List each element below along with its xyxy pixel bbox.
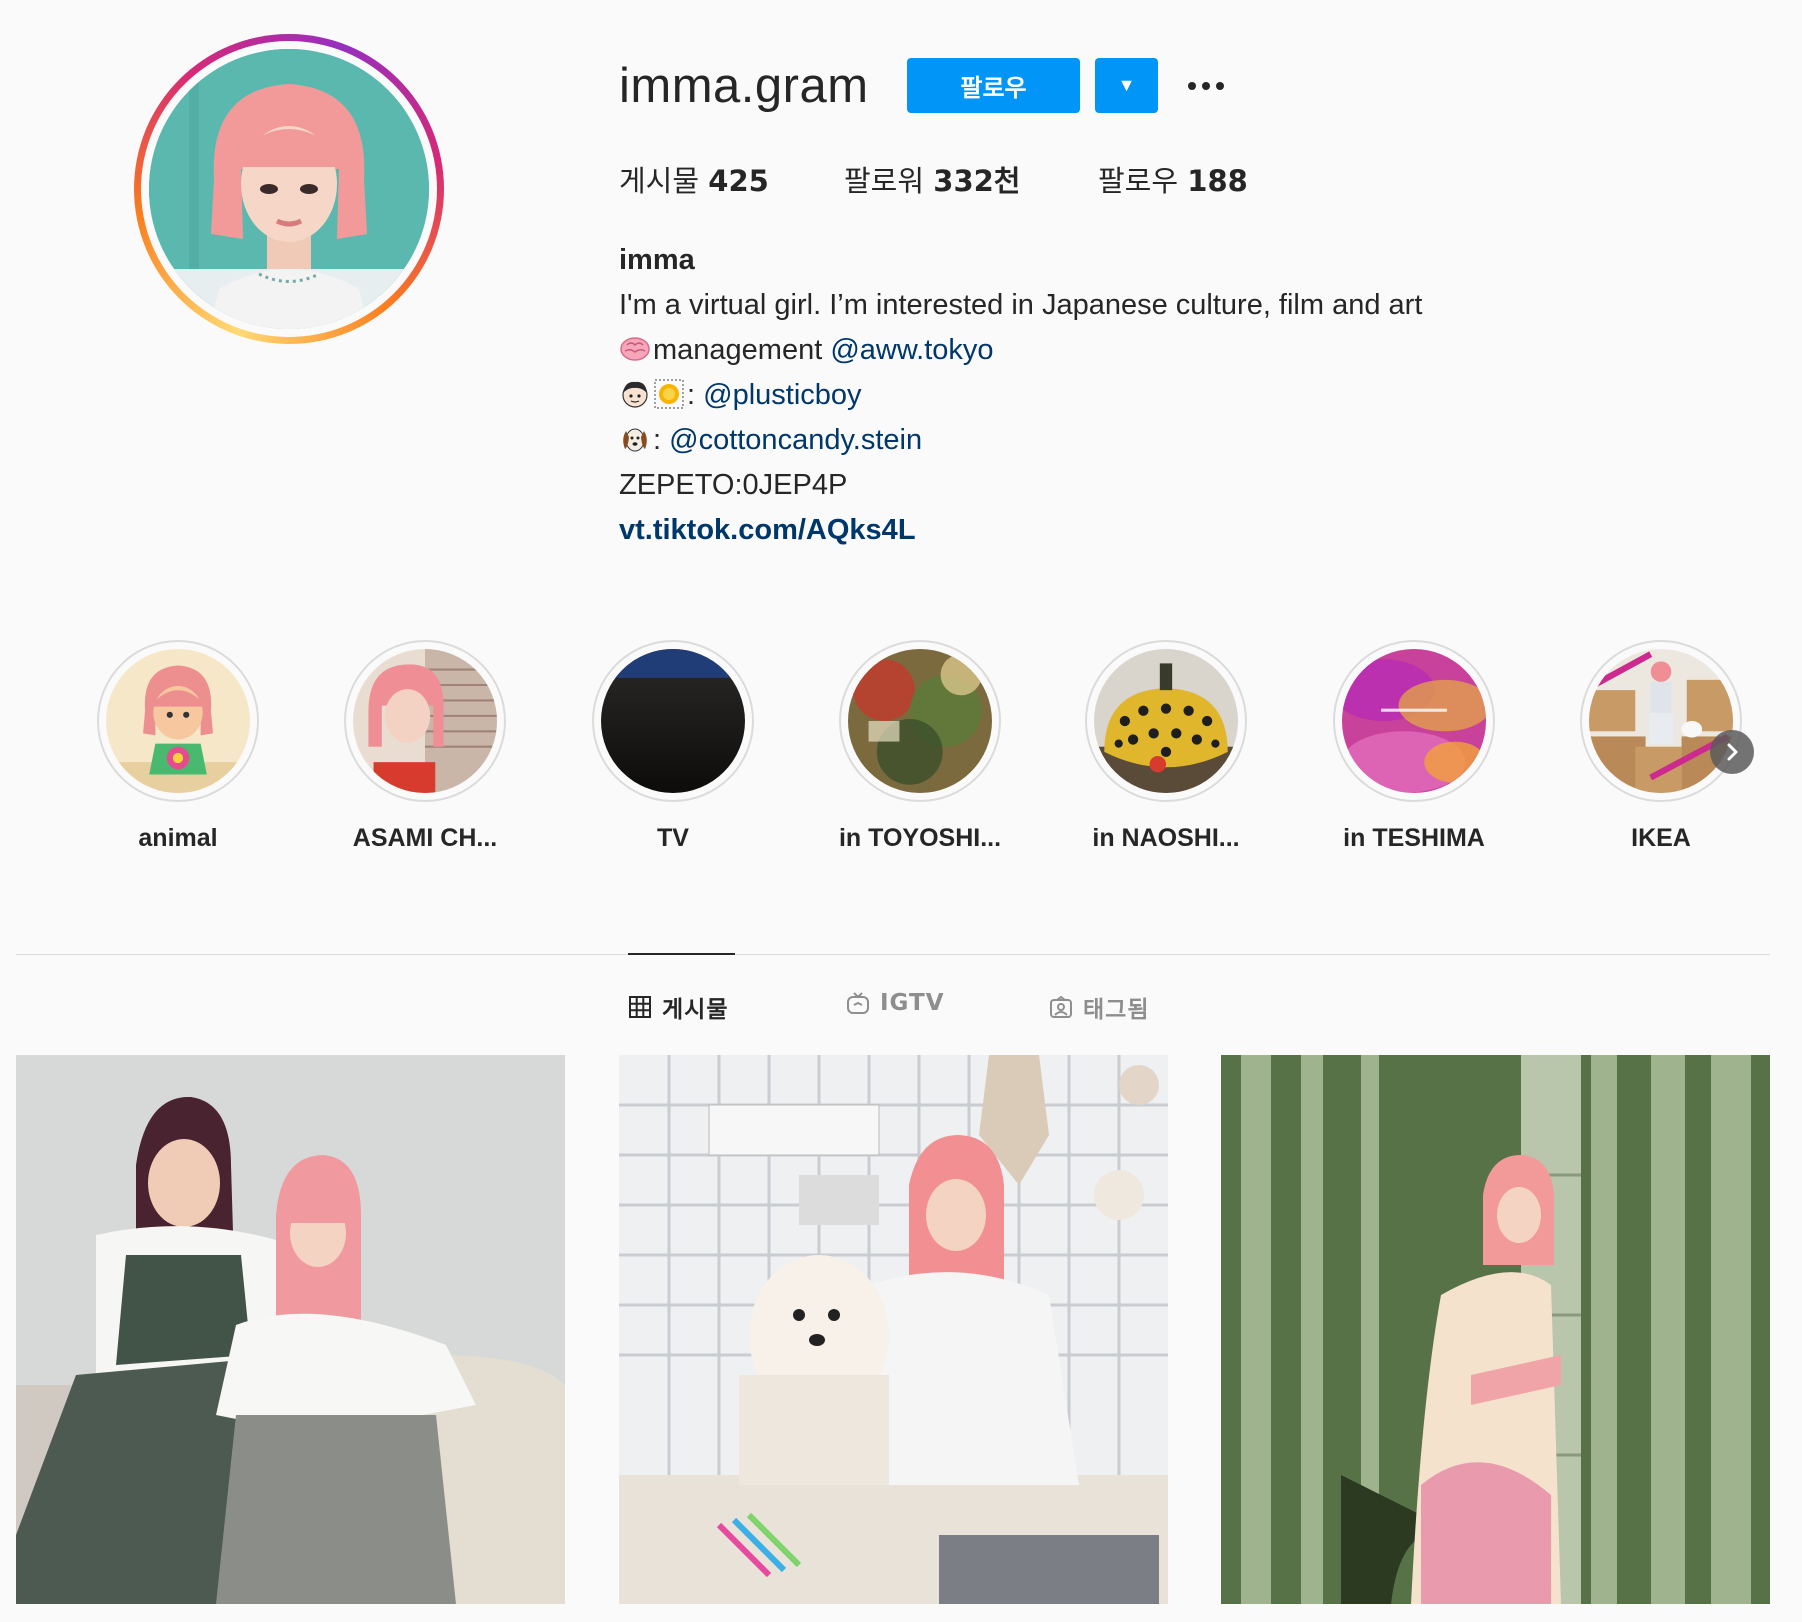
highlight-cover xyxy=(1094,649,1238,793)
bio-line-description: I'm a virtual girl. I’m interested in Ja… xyxy=(619,289,1423,321)
post-image xyxy=(16,1055,565,1604)
post-image xyxy=(1221,1055,1770,1604)
followers-count[interactable]: 팔로워 332천 xyxy=(844,158,1020,200)
highlight-ring xyxy=(1085,640,1247,802)
highlight-label: in TESHIMA xyxy=(1343,824,1485,852)
profile-bio: imma I'm a virtual girl. I’m interested … xyxy=(619,238,1619,553)
highlight-cover xyxy=(353,649,497,793)
igtv-icon xyxy=(847,992,869,1014)
more-options-icon[interactable] xyxy=(1180,70,1232,102)
profile-avatar[interactable] xyxy=(134,34,444,344)
brain-emoji-icon xyxy=(620,337,650,361)
post-image xyxy=(619,1055,1168,1604)
highlight-ring xyxy=(839,640,1001,802)
profile-full-name: imma xyxy=(619,244,695,276)
dot xyxy=(1188,82,1196,90)
bio-line-zepeto: ZEPETO:0JEP4P xyxy=(619,469,848,501)
bio-line-management: management @aww.tokyo xyxy=(619,328,1619,373)
triangle-down-icon: ▼ xyxy=(1117,75,1136,95)
avatar-image xyxy=(149,49,429,329)
suggested-dropdown-button[interactable]: ▼ xyxy=(1095,58,1158,113)
followers-value: 332천 xyxy=(933,164,1021,198)
mention-link-aww-tokyo[interactable]: @aww.tokyo xyxy=(830,334,993,366)
post-thumbnail[interactable] xyxy=(619,1055,1168,1604)
dot xyxy=(1202,82,1210,90)
highlights-next-button[interactable] xyxy=(1710,730,1754,774)
post-thumbnail[interactable] xyxy=(16,1055,565,1604)
emoji-placeholder-icon xyxy=(654,379,684,409)
highlight-ring xyxy=(592,640,754,802)
tagged-icon xyxy=(1050,995,1072,1018)
dot xyxy=(1216,82,1224,90)
highlight-ring xyxy=(344,640,506,802)
post-thumbnail[interactable] xyxy=(1221,1055,1770,1604)
highlight-cover xyxy=(106,649,250,793)
tab-posts[interactable]: 게시물 xyxy=(628,990,728,1024)
bio-line-cottoncandy: : @cottoncandy.stein xyxy=(619,418,1619,463)
chevron-right-icon xyxy=(1727,743,1738,761)
mention-link-cottoncandy-stein[interactable]: @cottoncandy.stein xyxy=(669,424,922,456)
highlight-ring xyxy=(97,640,259,802)
highlight-teshima[interactable]: in TESHIMA xyxy=(1314,640,1514,853)
highlight-label: in TOYOSHI... xyxy=(838,824,1002,852)
profile-username: imma.gram xyxy=(619,59,869,113)
follow-button[interactable]: 팔로우 xyxy=(907,58,1080,113)
bio-separator: : xyxy=(653,424,670,456)
highlight-asami[interactable]: ASAMI CH... xyxy=(325,640,525,853)
tab-igtv-label: IGTV xyxy=(880,990,945,1016)
highlight-tv[interactable]: TV xyxy=(573,640,773,853)
following-count[interactable]: 팔로우 188 xyxy=(1098,158,1248,200)
highlight-naoshima[interactable]: in NAOSHI... xyxy=(1066,640,1266,853)
highlight-toyoshima[interactable]: in TOYOSHI... xyxy=(820,640,1020,853)
tab-posts-label: 게시물 xyxy=(662,997,729,1023)
highlight-label: animal xyxy=(138,824,218,852)
posts-value: 425 xyxy=(708,164,769,198)
followers-label: 팔로워 xyxy=(844,164,925,198)
tab-tagged[interactable]: 태그됨 xyxy=(1049,990,1149,1024)
posts-label: 게시물 xyxy=(619,164,700,198)
active-tab-indicator xyxy=(628,953,735,955)
profile-website-link[interactable]: vt.tiktok.com/AQks4L xyxy=(619,514,916,546)
tabs-divider xyxy=(16,954,1770,955)
highlight-animal[interactable]: animal xyxy=(78,640,278,853)
following-value: 188 xyxy=(1187,164,1248,198)
highlight-label: in NAOSHI... xyxy=(1092,824,1240,852)
tab-tagged-label: 태그됨 xyxy=(1083,997,1150,1023)
highlight-cover xyxy=(848,649,992,793)
highlight-label: TV xyxy=(657,824,689,852)
posts-count: 게시물 425 xyxy=(619,158,769,200)
dog-emoji-icon xyxy=(623,428,647,452)
bio-line-plusticboy: : @plusticboy xyxy=(619,373,1619,418)
highlight-label: IKEA xyxy=(1631,824,1691,852)
grid-icon xyxy=(629,996,651,1018)
bio-separator: : xyxy=(687,379,704,411)
tab-igtv[interactable]: IGTV xyxy=(846,990,945,1016)
mention-link-plusticboy[interactable]: @plusticboy xyxy=(703,379,861,411)
following-label: 팔로우 xyxy=(1098,164,1179,198)
highlight-label: ASAMI CH... xyxy=(352,824,498,852)
bio-management-text: management xyxy=(653,334,831,366)
highlight-cover xyxy=(1342,649,1486,793)
highlight-ring xyxy=(1333,640,1495,802)
highlight-ring xyxy=(1580,640,1742,802)
highlight-cover xyxy=(1589,649,1733,793)
highlight-cover xyxy=(601,649,745,793)
boy-emoji-icon xyxy=(622,381,648,408)
